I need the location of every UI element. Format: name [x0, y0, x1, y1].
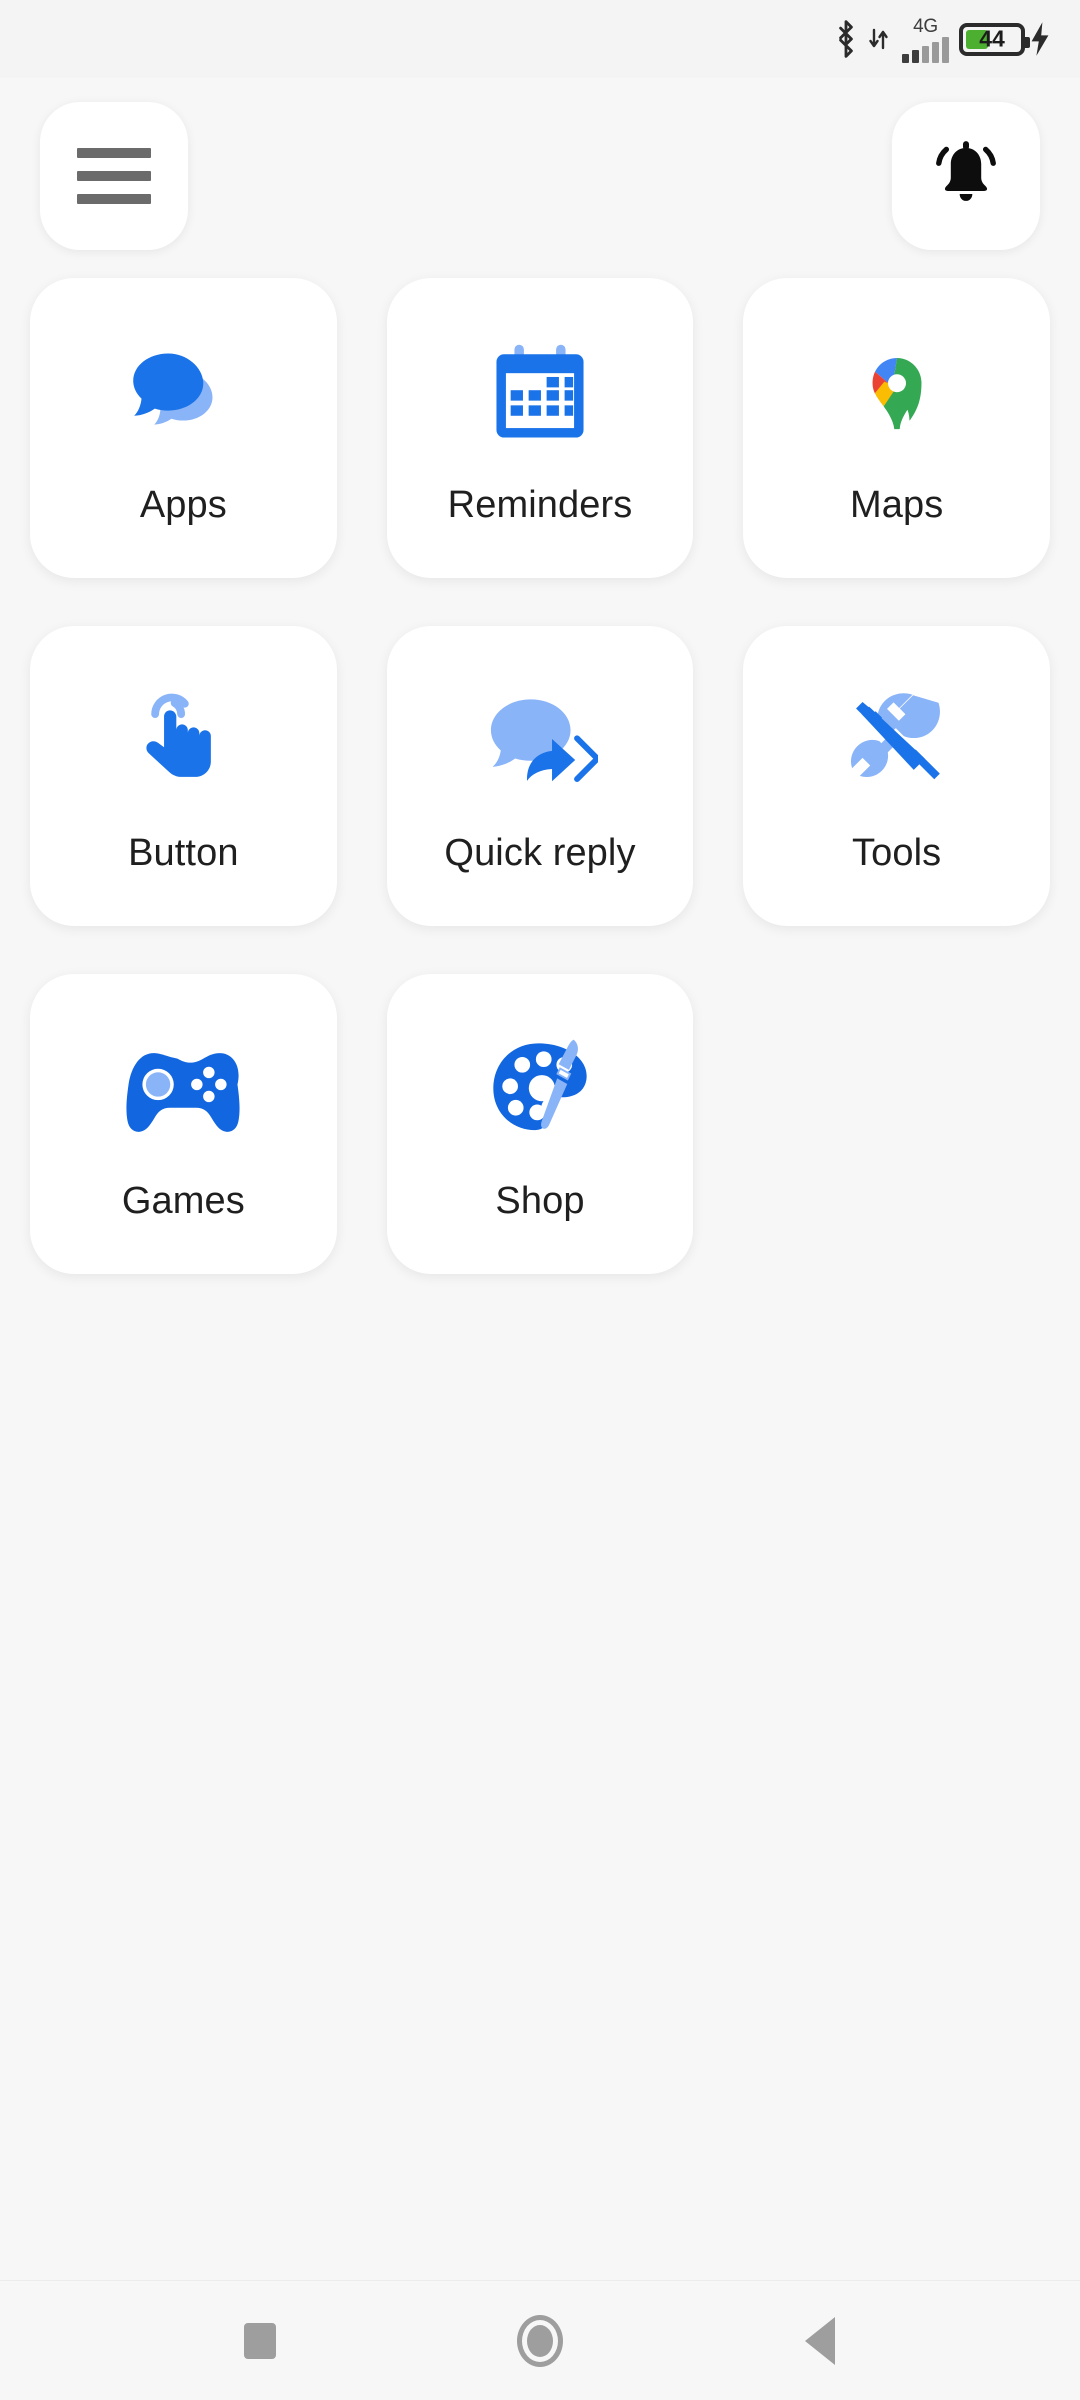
- google-maps-pin-icon: [843, 328, 951, 460]
- battery-percent-label: 44: [979, 25, 1005, 52]
- bell-icon: [928, 136, 1004, 217]
- square-icon: [244, 2322, 276, 2359]
- tap-hand-icon: [131, 676, 235, 808]
- app-card-label: Reminders: [447, 484, 633, 526]
- app-card-label: Button: [128, 832, 239, 874]
- app-card-button[interactable]: Button: [30, 626, 337, 926]
- app-card-label: Quick reply: [444, 832, 636, 874]
- app-card-quick-reply[interactable]: Quick reply: [386, 626, 694, 926]
- lightning-bolt-icon: [1028, 21, 1052, 57]
- menu-button[interactable]: [40, 102, 188, 250]
- battery-icon: 44: [959, 22, 1030, 56]
- signal-bars-icon: 4G: [902, 15, 949, 63]
- app-card-apps[interactable]: Apps: [30, 278, 337, 578]
- app-grid: Apps Reminders Maps Button Quick reply T…: [0, 250, 1080, 2280]
- recents-button[interactable]: [200, 2281, 320, 2400]
- app-card-label: Apps: [139, 484, 227, 526]
- notifications-button[interactable]: [892, 102, 1040, 250]
- app-card-games[interactable]: Games: [30, 974, 337, 1274]
- app-card-maps[interactable]: Maps: [743, 278, 1050, 578]
- chat-bubbles-icon: [124, 328, 242, 460]
- circle-icon: [517, 2314, 563, 2367]
- wrench-screwdriver-icon: [843, 676, 951, 808]
- speech-bubble-reply-arrow-icon: [482, 676, 598, 808]
- network-type-label: 4G: [913, 16, 938, 37]
- app-card-label: Maps: [849, 484, 944, 526]
- calendar-icon: [487, 328, 593, 460]
- bluetooth-icon: [833, 19, 859, 59]
- app-header: [0, 78, 1080, 250]
- app-card-reminders[interactable]: Reminders: [386, 278, 694, 578]
- hamburger-menu-icon: [77, 148, 151, 204]
- data-transfer-icon: [869, 26, 891, 52]
- app-card-shop[interactable]: Shop: [386, 974, 694, 1274]
- app-card-tools[interactable]: Tools: [743, 626, 1050, 926]
- phone-screen: 4G 44 Apps Reminders Maps Button Quick r…: [0, 0, 1080, 2400]
- gamepad-icon: [122, 1024, 244, 1156]
- android-navigation-bar: [0, 2280, 1080, 2400]
- paint-palette-brush-icon: [484, 1024, 596, 1156]
- battery-indicator: 44: [959, 21, 1052, 57]
- app-card-label: Tools: [852, 832, 942, 874]
- home-button[interactable]: [480, 2281, 600, 2400]
- status-bar: 4G 44: [0, 0, 1080, 78]
- back-button[interactable]: [760, 2281, 880, 2400]
- app-card-label: Games: [121, 1180, 245, 1222]
- triangle-left-icon: [805, 2316, 835, 2365]
- app-card-label: Shop: [495, 1180, 585, 1222]
